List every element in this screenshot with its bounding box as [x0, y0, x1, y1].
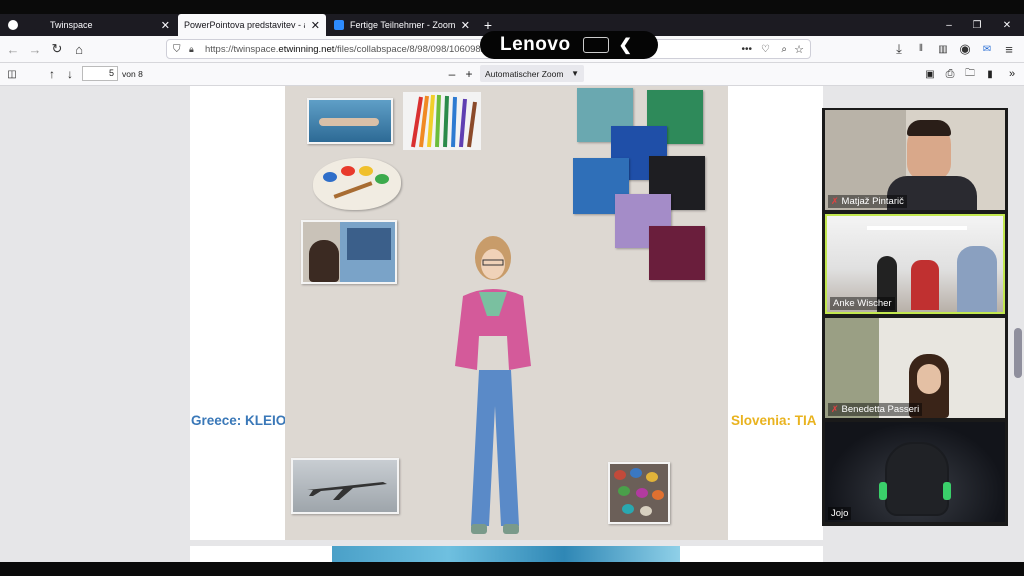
- chevron-down-icon: ▼: [571, 69, 579, 78]
- minimize-button[interactable]: –: [938, 14, 960, 36]
- chevron-left-icon[interactable]: ❮: [619, 35, 632, 55]
- girl-drawing: [455, 236, 531, 534]
- tab-zoom[interactable]: Fertige Teilnehmer - Zoom ✕: [328, 14, 476, 36]
- previous-page-icon[interactable]: ↑: [44, 66, 60, 82]
- close-tab-icon[interactable]: ✕: [161, 19, 170, 32]
- muted-mic-icon: ✗: [831, 196, 839, 206]
- firefox-icon: [8, 20, 18, 30]
- extension-badge-icon[interactable]: ✉: [978, 40, 996, 58]
- participant-tile[interactable]: ✗ Matjaž Pintarič: [825, 110, 1005, 210]
- person: [911, 260, 939, 310]
- participant-name: Anke Wischer: [833, 298, 892, 309]
- close-tab-icon[interactable]: ✕: [311, 19, 320, 32]
- tab-label: Twinspace: [50, 20, 93, 30]
- zoom-select[interactable]: Automatischer Zoom ▼: [480, 65, 584, 82]
- slovenia-label: Slovenia: TIA: [731, 413, 817, 428]
- url-prefix: https://twinspace.: [205, 43, 279, 55]
- participant-tile[interactable]: Jojo: [825, 422, 1005, 522]
- pocket-icon[interactable]: ♡: [761, 44, 770, 55]
- shield-icon[interactable]: ⛉: [173, 44, 181, 55]
- bookmark-star-icon[interactable]: ☆: [794, 43, 804, 56]
- scrollbar-thumb[interactable]: [1014, 328, 1022, 378]
- menu-icon[interactable]: ≡: [1000, 40, 1018, 58]
- restore-button[interactable]: ❐: [966, 14, 988, 36]
- greece-label: Greece: KLEIO: [191, 413, 287, 428]
- twinspace-favicon-icon: [34, 20, 44, 30]
- participant-name: Benedetta Passeri: [841, 404, 920, 415]
- pencils-icon: [411, 94, 477, 148]
- stones-photo: [608, 462, 670, 524]
- person: [957, 246, 997, 312]
- bottom-frame: [0, 562, 1024, 576]
- tab-powerpoint[interactable]: PowerPointova predstavitev - afa6… ✕: [178, 14, 326, 36]
- page-number-input[interactable]: 5: [82, 66, 118, 81]
- headset-light: [879, 482, 887, 500]
- participant-name-tag: Anke Wischer: [830, 297, 895, 310]
- zoom-in-button[interactable]: +: [461, 66, 477, 82]
- paint-palette-photo: [313, 158, 401, 210]
- downloads-icon[interactable]: ⤓: [890, 40, 908, 58]
- bookmark-icon[interactable]: ▮: [982, 66, 998, 82]
- page-count: von 8: [122, 69, 143, 79]
- zoom-value: Automatischer Zoom: [485, 68, 564, 79]
- zoom-favicon-icon: [334, 20, 344, 30]
- home-icon[interactable]: ⌂: [70, 40, 88, 58]
- lenovo-logo: Lenovo: [500, 34, 571, 55]
- girl-computer-photo: [301, 220, 397, 284]
- participant-tile-active[interactable]: Anke Wischer: [825, 214, 1005, 314]
- forward-icon[interactable]: →: [26, 40, 44, 58]
- tab-label: PowerPointova predstavitev - afa6…: [184, 20, 305, 30]
- swimmer-photo: [307, 98, 393, 144]
- tools-icon[interactable]: »: [1004, 66, 1020, 82]
- window-icon[interactable]: [582, 37, 609, 53]
- next-page-icon[interactable]: ↓: [62, 66, 78, 82]
- participant-hair: [907, 120, 951, 136]
- print-icon[interactable]: ⎙: [942, 66, 958, 82]
- muted-mic-icon: ✗: [831, 404, 839, 414]
- zoom-gallery-panel: ✗ Matjaž Pintarič Anke Wischer ✗ Benedetta…: [822, 108, 1008, 526]
- save-icon[interactable]: 🗀︎: [962, 66, 978, 82]
- ceiling-light: [867, 226, 967, 230]
- search-icon[interactable]: ⌕: [781, 44, 787, 55]
- sidebar-icon[interactable]: ▥: [934, 40, 952, 58]
- lock-icon[interactable]: 🔒︎: [189, 44, 194, 55]
- burgundy-square: [649, 226, 705, 280]
- lenovo-overlay-bar: Lenovo ❮: [480, 31, 658, 59]
- participant-name: Jojo: [831, 508, 849, 519]
- participant-tile[interactable]: ✗ Benedetta Passeri: [825, 318, 1005, 418]
- account-icon[interactable]: ◉: [956, 40, 974, 58]
- top-frame: [0, 0, 1024, 14]
- headset-light: [943, 482, 951, 500]
- tab-label: Fertige Teilnehmer - Zoom: [350, 20, 455, 30]
- tab-twinspace[interactable]: Twinspace ✕: [28, 14, 176, 36]
- participant-name: Matjaž Pintarič: [841, 196, 904, 207]
- sidebar-toggle-icon[interactable]: ◫: [4, 66, 20, 82]
- presentation-mode-icon[interactable]: ▣: [922, 66, 938, 82]
- back-icon[interactable]: ←: [4, 40, 22, 58]
- participant-face: [917, 364, 941, 394]
- participant-name-tag: ✗ Benedetta Passeri: [828, 403, 923, 416]
- library-icon[interactable]: 𝍪: [912, 40, 930, 58]
- participant-name-tag: Jojo: [828, 507, 852, 520]
- firefox-view-button[interactable]: [2, 14, 24, 36]
- url-domain: etwinning.net: [278, 43, 335, 55]
- airplane-photo: [291, 458, 399, 514]
- zoom-out-button[interactable]: –: [444, 66, 460, 82]
- poster-image: [285, 86, 728, 540]
- next-page-image: [332, 546, 680, 562]
- reload-icon[interactable]: ↻: [48, 40, 66, 58]
- close-window-button[interactable]: ✕: [994, 14, 1020, 36]
- url-path: /files/collabspace/8/98/098/106098/: [334, 43, 484, 55]
- participant-head: [885, 442, 949, 516]
- pdf-page: Greece: KLEIO Slovenia: TIA: [190, 86, 823, 540]
- colored-pencils-photo: [403, 92, 481, 150]
- next-pdf-page: [190, 546, 823, 562]
- close-tab-icon[interactable]: ✕: [461, 19, 470, 32]
- pdf-toolbar: ◫ ↑ ↓ 5 von 8 – + Automatischer Zoom ▼ ▣…: [0, 63, 1024, 86]
- participant-name-tag: ✗ Matjaž Pintarič: [828, 195, 907, 208]
- scrollbar-track[interactable]: [1012, 86, 1024, 562]
- airplane-icon: [307, 482, 387, 500]
- page-actions-button[interactable]: •••: [741, 44, 752, 55]
